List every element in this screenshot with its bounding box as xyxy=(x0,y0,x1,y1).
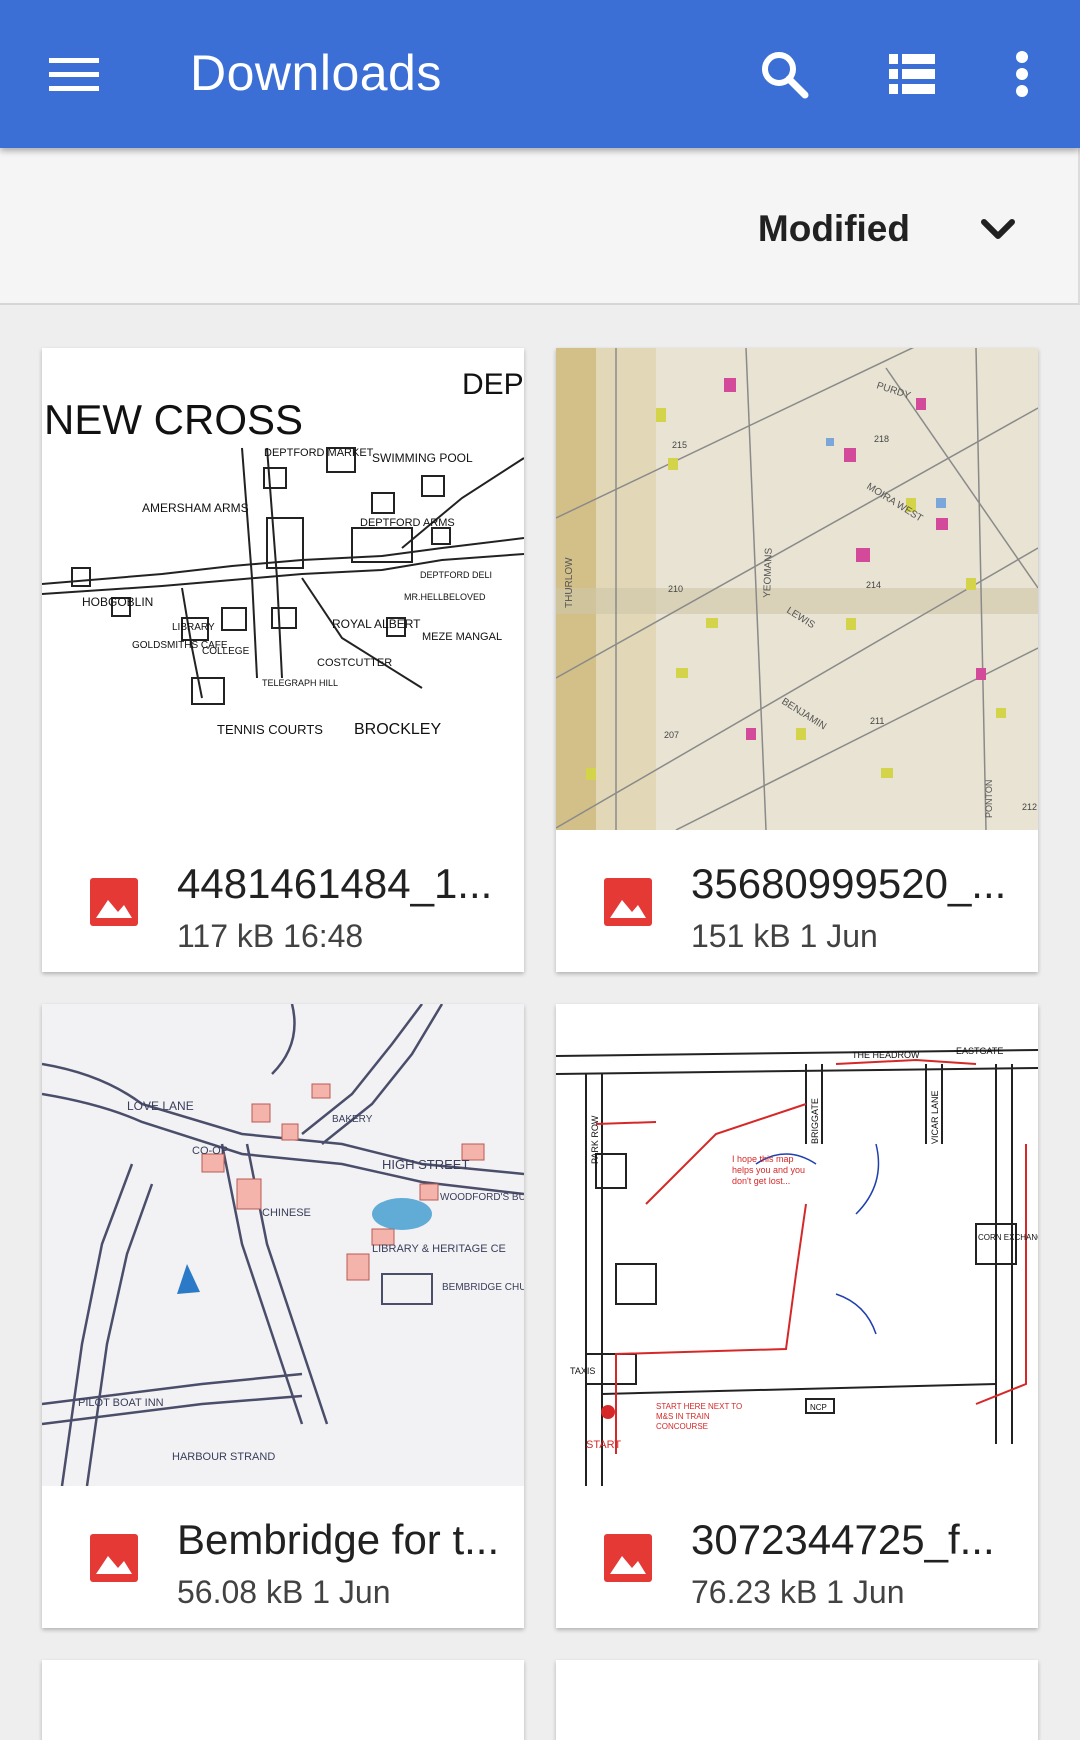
map-label: CHINESE xyxy=(262,1207,311,1219)
sort-label[interactable]: Modified xyxy=(758,208,910,250)
image-file-icon xyxy=(90,878,138,926)
file-thumbnail: PURDY YEOMANS LEWIS BENJAMIN MOIRA WEST … xyxy=(556,348,1038,830)
file-thumbnail: THE HEADROW EASTGATE BRIGGATE VICAR LANE… xyxy=(556,1004,1038,1486)
map-label: HARBOUR STRAND xyxy=(172,1451,275,1463)
map-label: EASTGATE xyxy=(956,1046,1003,1056)
search-icon[interactable] xyxy=(744,34,824,114)
map-label: BEMBRIDGE CHURCH xyxy=(442,1282,524,1293)
image-file-icon xyxy=(604,878,652,926)
map-label: NEW CROSS xyxy=(44,396,303,443)
map-label: WOODFORD'S BUTCHER xyxy=(440,1192,524,1203)
map-label: PONTON xyxy=(984,780,994,818)
file-thumbnail: LOVE LANE HIGH STREET CO-OP CHINESE BAKE… xyxy=(42,1004,524,1486)
map-label: ROYAL ALBERT xyxy=(332,617,421,631)
map-label: VICAR LANE xyxy=(930,1090,940,1144)
file-card[interactable]: NEW CROSS DEPT DEPTFORD MARKET SWIMMING … xyxy=(42,348,524,972)
map-label: DEPTFORD MARKET xyxy=(264,447,374,459)
sort-bar: Modified xyxy=(0,148,1080,305)
map-label: HOBGOBLIN xyxy=(82,595,153,609)
map-label: THE HEADROW xyxy=(852,1050,920,1060)
map-label: 210 xyxy=(668,584,683,594)
map-note: START HERE NEXT TO M&S IN TRAIN CONCOURS… xyxy=(656,1402,743,1431)
file-name: 3072344725_f... xyxy=(691,1516,995,1563)
page-title: Downloads xyxy=(190,45,442,101)
map-label: HIGH STREET xyxy=(382,1157,469,1172)
map-label: NCP xyxy=(810,1403,827,1412)
file-meta: 76.23 kB 1 Jun xyxy=(691,1574,905,1610)
map-label: DEPT xyxy=(462,368,524,401)
file-name: Bembridge for t... xyxy=(177,1516,497,1563)
file-card[interactable] xyxy=(556,1660,1038,1740)
more-vert-icon[interactable] xyxy=(982,34,1062,114)
image-file-icon xyxy=(604,1534,652,1582)
map-label: AMERSHAM ARMS xyxy=(142,501,249,515)
map-label: BAKERY xyxy=(332,1114,373,1125)
map-label: PILOT BOAT INN xyxy=(78,1397,164,1409)
map-label: START xyxy=(586,1439,621,1451)
map-label: CORN EXCHANGE xyxy=(978,1233,1038,1242)
map-label: BRIGGATE xyxy=(810,1098,820,1144)
map-label: LOVE LANE xyxy=(127,1099,194,1113)
map-label: TELEGRAPH HILL xyxy=(262,678,338,688)
map-label: BENJAMIN xyxy=(779,696,828,732)
file-card[interactable]: LOVE LANE HIGH STREET CO-OP CHINESE BAKE… xyxy=(42,1004,524,1628)
map-label: 215 xyxy=(672,440,687,450)
map-label: BROCKLEY xyxy=(354,721,441,738)
map-label: YEOMANS xyxy=(762,547,775,598)
map-label: COLLEGE xyxy=(202,646,250,657)
map-label: LIBRARY xyxy=(172,622,215,633)
file-thumbnail: NEW CROSS DEPT DEPTFORD MARKET SWIMMING … xyxy=(42,348,524,830)
file-card[interactable]: PURDY YEOMANS LEWIS BENJAMIN MOIRA WEST … xyxy=(556,348,1038,972)
chevron-down-icon[interactable] xyxy=(976,210,1020,250)
file-card[interactable]: THE HEADROW EASTGATE BRIGGATE VICAR LANE… xyxy=(556,1004,1038,1628)
map-note: I hope this map helps you and you don't … xyxy=(732,1154,806,1186)
map-label: THURLOW xyxy=(564,557,575,608)
map-label: COSTCUTTER xyxy=(317,657,392,669)
map-label: 211 xyxy=(870,716,884,726)
file-meta: 151 kB 1 Jun xyxy=(691,918,878,954)
map-label: 212 xyxy=(1022,802,1037,812)
map-label: SWIMMING POOL xyxy=(372,451,473,465)
map-label: 214 xyxy=(866,580,881,590)
file-name: 35680999520_... xyxy=(691,860,1007,907)
map-label: DEPTFORD ARMS xyxy=(360,517,455,529)
map-label: PARK ROW xyxy=(590,1115,600,1164)
map-label: TENNIS COURTS xyxy=(217,722,323,737)
file-name: 4481461484_1... xyxy=(177,860,493,907)
map-label: TAXIS xyxy=(570,1366,595,1376)
file-card[interactable] xyxy=(42,1660,524,1740)
map-label: 218 xyxy=(874,434,889,444)
map-label: PURDY xyxy=(875,380,912,401)
map-label: DEPTFORD DELI xyxy=(420,570,492,580)
app-bar: Downloads xyxy=(0,0,1080,148)
file-meta: 56.08 kB 1 Jun xyxy=(177,1574,391,1610)
file-meta: 117 kB 16:48 xyxy=(177,918,364,954)
hamburger-menu-icon[interactable] xyxy=(34,34,114,114)
map-label: MR.HELLBELOVED xyxy=(404,592,486,602)
map-label: CO-OP xyxy=(192,1145,228,1157)
list-view-icon[interactable] xyxy=(872,34,952,114)
map-label: MEZE MANGAL xyxy=(422,631,502,643)
map-label: 207 xyxy=(664,730,679,740)
map-label: LIBRARY & HERITAGE CE xyxy=(372,1243,506,1255)
image-file-icon xyxy=(90,1534,138,1582)
